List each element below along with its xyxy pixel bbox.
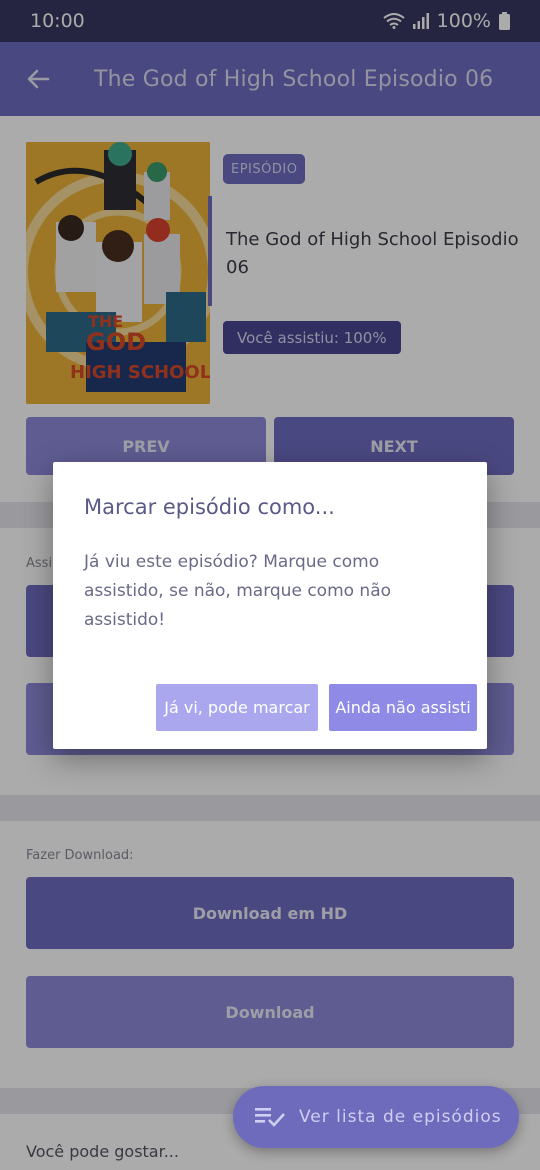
dialog-message: Já viu este episódio? Marque como assist… [84,552,392,630]
mark-watched-button[interactable]: Já vi, pode marcar [156,684,318,731]
mark-episode-dialog: Marcar episódio como... Já viu este epis… [53,462,487,749]
mark-unwatched-button[interactable]: Ainda não assisti [329,684,477,731]
episode-list-fab[interactable]: Ver lista de episódios [233,1086,519,1148]
dialog-title: Marcar episódio como... [84,495,335,519]
fab-label: Ver lista de episódios [299,1107,502,1127]
playlist-check-icon [255,1108,285,1127]
